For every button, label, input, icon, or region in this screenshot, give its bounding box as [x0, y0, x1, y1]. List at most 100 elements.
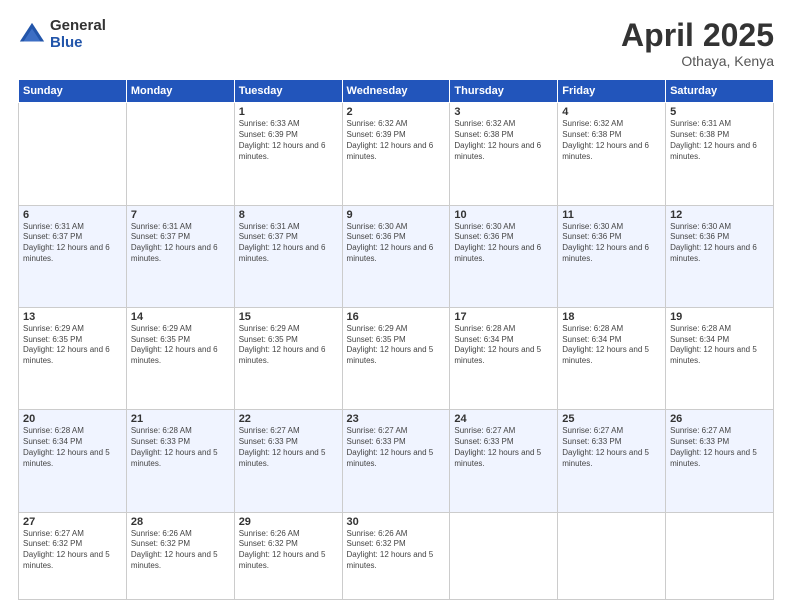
- table-row: 9Sunrise: 6:30 AM Sunset: 6:36 PM Daylig…: [342, 205, 450, 307]
- day-info: Sunrise: 6:31 AM Sunset: 6:37 PM Dayligh…: [239, 222, 338, 265]
- day-info: Sunrise: 6:29 AM Sunset: 6:35 PM Dayligh…: [131, 324, 230, 367]
- day-number: 14: [131, 311, 230, 323]
- day-number: 4: [562, 106, 661, 118]
- table-row: 19Sunrise: 6:28 AM Sunset: 6:34 PM Dayli…: [666, 307, 774, 409]
- table-row: 24Sunrise: 6:27 AM Sunset: 6:33 PM Dayli…: [450, 410, 558, 512]
- day-number: 20: [23, 413, 122, 425]
- day-info: Sunrise: 6:27 AM Sunset: 6:33 PM Dayligh…: [562, 426, 661, 469]
- table-row: 17Sunrise: 6:28 AM Sunset: 6:34 PM Dayli…: [450, 307, 558, 409]
- table-row: [558, 512, 666, 599]
- day-info: Sunrise: 6:27 AM Sunset: 6:33 PM Dayligh…: [239, 426, 338, 469]
- day-info: Sunrise: 6:27 AM Sunset: 6:33 PM Dayligh…: [347, 426, 446, 469]
- table-row: 4Sunrise: 6:32 AM Sunset: 6:38 PM Daylig…: [558, 103, 666, 205]
- day-number: 8: [239, 209, 338, 221]
- week-row-4: 20Sunrise: 6:28 AM Sunset: 6:34 PM Dayli…: [19, 410, 774, 512]
- day-info: Sunrise: 6:29 AM Sunset: 6:35 PM Dayligh…: [239, 324, 338, 367]
- day-number: 1: [239, 106, 338, 118]
- day-info: Sunrise: 6:33 AM Sunset: 6:39 PM Dayligh…: [239, 119, 338, 162]
- header-thursday: Thursday: [450, 80, 558, 103]
- day-number: 18: [562, 311, 661, 323]
- page: General Blue April 2025 Othaya, Kenya Su…: [0, 0, 792, 612]
- logo-blue: Blue: [50, 35, 106, 52]
- day-number: 2: [347, 106, 446, 118]
- week-row-2: 6Sunrise: 6:31 AM Sunset: 6:37 PM Daylig…: [19, 205, 774, 307]
- logo-general: General: [50, 18, 106, 35]
- day-number: 15: [239, 311, 338, 323]
- table-row: 20Sunrise: 6:28 AM Sunset: 6:34 PM Dayli…: [19, 410, 127, 512]
- day-number: 19: [670, 311, 769, 323]
- day-number: 6: [23, 209, 122, 221]
- header-saturday: Saturday: [666, 80, 774, 103]
- table-row: 12Sunrise: 6:30 AM Sunset: 6:36 PM Dayli…: [666, 205, 774, 307]
- title-block: April 2025 Othaya, Kenya: [621, 18, 774, 69]
- table-row: 23Sunrise: 6:27 AM Sunset: 6:33 PM Dayli…: [342, 410, 450, 512]
- day-info: Sunrise: 6:32 AM Sunset: 6:38 PM Dayligh…: [562, 119, 661, 162]
- day-info: Sunrise: 6:28 AM Sunset: 6:34 PM Dayligh…: [562, 324, 661, 367]
- header-tuesday: Tuesday: [234, 80, 342, 103]
- logo-text: General Blue: [50, 18, 106, 51]
- logo: General Blue: [18, 18, 106, 51]
- header-friday: Friday: [558, 80, 666, 103]
- day-info: Sunrise: 6:26 AM Sunset: 6:32 PM Dayligh…: [347, 529, 446, 572]
- day-info: Sunrise: 6:32 AM Sunset: 6:38 PM Dayligh…: [454, 119, 553, 162]
- day-number: 27: [23, 516, 122, 528]
- day-number: 30: [347, 516, 446, 528]
- day-number: 28: [131, 516, 230, 528]
- day-info: Sunrise: 6:31 AM Sunset: 6:37 PM Dayligh…: [23, 222, 122, 265]
- day-info: Sunrise: 6:27 AM Sunset: 6:33 PM Dayligh…: [454, 426, 553, 469]
- day-number: 10: [454, 209, 553, 221]
- day-number: 12: [670, 209, 769, 221]
- day-number: 25: [562, 413, 661, 425]
- table-row: 1Sunrise: 6:33 AM Sunset: 6:39 PM Daylig…: [234, 103, 342, 205]
- day-info: Sunrise: 6:26 AM Sunset: 6:32 PM Dayligh…: [131, 529, 230, 572]
- table-row: 2Sunrise: 6:32 AM Sunset: 6:39 PM Daylig…: [342, 103, 450, 205]
- header-monday: Monday: [126, 80, 234, 103]
- day-number: 26: [670, 413, 769, 425]
- header-sunday: Sunday: [19, 80, 127, 103]
- day-info: Sunrise: 6:29 AM Sunset: 6:35 PM Dayligh…: [23, 324, 122, 367]
- table-row: [450, 512, 558, 599]
- day-info: Sunrise: 6:31 AM Sunset: 6:38 PM Dayligh…: [670, 119, 769, 162]
- day-info: Sunrise: 6:30 AM Sunset: 6:36 PM Dayligh…: [562, 222, 661, 265]
- table-row: 10Sunrise: 6:30 AM Sunset: 6:36 PM Dayli…: [450, 205, 558, 307]
- day-info: Sunrise: 6:30 AM Sunset: 6:36 PM Dayligh…: [670, 222, 769, 265]
- table-row: [666, 512, 774, 599]
- day-info: Sunrise: 6:28 AM Sunset: 6:34 PM Dayligh…: [23, 426, 122, 469]
- table-row: 28Sunrise: 6:26 AM Sunset: 6:32 PM Dayli…: [126, 512, 234, 599]
- table-row: 7Sunrise: 6:31 AM Sunset: 6:37 PM Daylig…: [126, 205, 234, 307]
- header-wednesday: Wednesday: [342, 80, 450, 103]
- table-row: 27Sunrise: 6:27 AM Sunset: 6:32 PM Dayli…: [19, 512, 127, 599]
- table-row: 29Sunrise: 6:26 AM Sunset: 6:32 PM Dayli…: [234, 512, 342, 599]
- day-number: 22: [239, 413, 338, 425]
- week-row-5: 27Sunrise: 6:27 AM Sunset: 6:32 PM Dayli…: [19, 512, 774, 599]
- day-info: Sunrise: 6:29 AM Sunset: 6:35 PM Dayligh…: [347, 324, 446, 367]
- day-info: Sunrise: 6:30 AM Sunset: 6:36 PM Dayligh…: [347, 222, 446, 265]
- day-number: 7: [131, 209, 230, 221]
- day-number: 5: [670, 106, 769, 118]
- table-row: 15Sunrise: 6:29 AM Sunset: 6:35 PM Dayli…: [234, 307, 342, 409]
- day-number: 11: [562, 209, 661, 221]
- week-row-3: 13Sunrise: 6:29 AM Sunset: 6:35 PM Dayli…: [19, 307, 774, 409]
- table-row: 13Sunrise: 6:29 AM Sunset: 6:35 PM Dayli…: [19, 307, 127, 409]
- day-info: Sunrise: 6:28 AM Sunset: 6:33 PM Dayligh…: [131, 426, 230, 469]
- logo-icon: [18, 21, 46, 49]
- table-row: 26Sunrise: 6:27 AM Sunset: 6:33 PM Dayli…: [666, 410, 774, 512]
- day-number: 16: [347, 311, 446, 323]
- calendar-table: Sunday Monday Tuesday Wednesday Thursday…: [18, 79, 774, 600]
- day-number: 13: [23, 311, 122, 323]
- day-info: Sunrise: 6:28 AM Sunset: 6:34 PM Dayligh…: [670, 324, 769, 367]
- table-row: 30Sunrise: 6:26 AM Sunset: 6:32 PM Dayli…: [342, 512, 450, 599]
- table-row: 25Sunrise: 6:27 AM Sunset: 6:33 PM Dayli…: [558, 410, 666, 512]
- day-info: Sunrise: 6:27 AM Sunset: 6:32 PM Dayligh…: [23, 529, 122, 572]
- day-info: Sunrise: 6:28 AM Sunset: 6:34 PM Dayligh…: [454, 324, 553, 367]
- table-row: [126, 103, 234, 205]
- table-row: 11Sunrise: 6:30 AM Sunset: 6:36 PM Dayli…: [558, 205, 666, 307]
- day-info: Sunrise: 6:30 AM Sunset: 6:36 PM Dayligh…: [454, 222, 553, 265]
- day-number: 29: [239, 516, 338, 528]
- table-row: 14Sunrise: 6:29 AM Sunset: 6:35 PM Dayli…: [126, 307, 234, 409]
- table-row: 22Sunrise: 6:27 AM Sunset: 6:33 PM Dayli…: [234, 410, 342, 512]
- table-row: 8Sunrise: 6:31 AM Sunset: 6:37 PM Daylig…: [234, 205, 342, 307]
- table-row: 18Sunrise: 6:28 AM Sunset: 6:34 PM Dayli…: [558, 307, 666, 409]
- day-number: 23: [347, 413, 446, 425]
- calendar-header-row: Sunday Monday Tuesday Wednesday Thursday…: [19, 80, 774, 103]
